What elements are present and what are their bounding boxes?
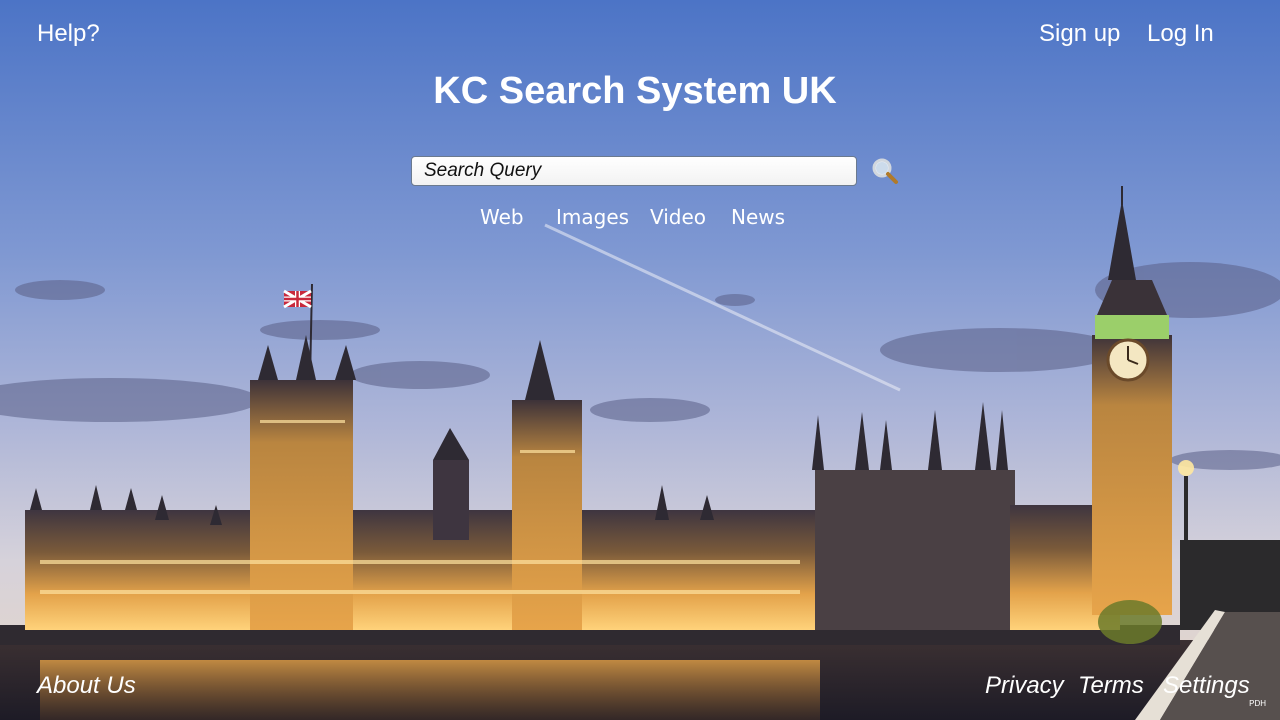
settings-link[interactable]: Settings [1163, 672, 1250, 700]
page-root: Help? Sign up Log In KC Search System UK… [0, 0, 1280, 720]
log-in-link[interactable]: Log In [1147, 20, 1214, 48]
site-title: KC Search System UK [433, 70, 837, 112]
magnifier-icon [872, 158, 898, 184]
category-tab-web[interactable]: Web [480, 205, 524, 229]
corner-watermark: PDH [1249, 699, 1266, 708]
about-us-link[interactable]: About Us [37, 672, 136, 700]
sign-up-link[interactable]: Sign up [1039, 20, 1120, 48]
category-tab-images[interactable]: Images [556, 205, 629, 229]
privacy-link[interactable]: Privacy [985, 672, 1064, 700]
search-input[interactable] [411, 156, 857, 186]
category-tab-video[interactable]: Video [650, 205, 706, 229]
category-tab-news[interactable]: News [731, 205, 785, 229]
search-button[interactable] [869, 156, 901, 188]
help-link[interactable]: Help? [37, 20, 100, 48]
terms-link[interactable]: Terms [1078, 672, 1144, 700]
